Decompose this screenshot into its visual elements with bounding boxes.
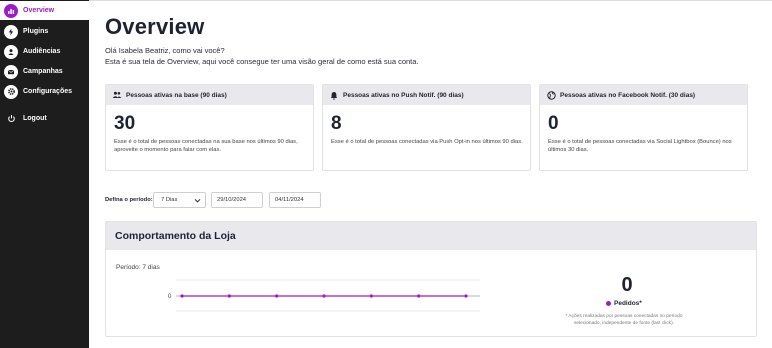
date-start-value: 29/10/2024 <box>217 197 247 203</box>
chevron-down-icon <box>194 197 201 206</box>
greeting-text: Olá Isabela Beatriz, como vai você? <box>105 46 225 55</box>
lightning-icon <box>4 24 18 39</box>
date-start-input[interactable]: 29/10/2024 <box>211 192 263 208</box>
chart-data-point <box>369 294 373 298</box>
sidebar-item-label: Configurações <box>23 88 73 95</box>
card-active-base: Pessoas ativas na base (90 dias) 30 Esse… <box>105 84 314 171</box>
card-header: Pessoas ativas no Push Notif. (90 dias) <box>323 85 530 105</box>
orders-total: 0 <box>621 274 633 296</box>
bar-chart-icon <box>4 3 18 18</box>
chart-data-point <box>417 294 421 298</box>
envelope-icon <box>4 64 18 79</box>
card-active-facebook: Pessoas ativas no Facebook Notif. (30 di… <box>539 84 748 171</box>
orders-legend: Pedidos* <box>606 300 642 307</box>
card-header: Pessoas ativas no Facebook Notif. (30 di… <box>540 85 747 105</box>
card-value: 8 <box>331 113 342 134</box>
page-title: Overview <box>105 14 205 39</box>
globe-icon <box>546 90 556 100</box>
card-title: Pessoas ativas no Push Notif. (90 dias) <box>343 91 464 99</box>
power-icon <box>4 112 18 126</box>
chart-y-tick-label: 0 <box>168 294 172 300</box>
sidebar-item-plugins[interactable]: Plugins <box>0 22 89 41</box>
chart-data-point <box>180 294 184 298</box>
sidebar-item-label: Audiências <box>23 48 61 55</box>
period-select-value: 7 Dias <box>161 197 178 203</box>
card-header: Pessoas ativas na base (90 dias) <box>106 85 313 105</box>
sidebar-item-campanhas[interactable]: Campanhas <box>0 62 89 81</box>
sidebar-item-logout[interactable]: Logout <box>0 109 89 128</box>
chart-data-point <box>275 294 279 298</box>
overview-intro-text: Esta é sua tela de Overview, aqui você c… <box>105 57 419 66</box>
sidebar-item-overview[interactable]: Overview <box>0 1 89 20</box>
chart-data-point <box>464 294 468 298</box>
store-behavior-panel: Comportamento da Loja Período: 7 dias 0 … <box>105 221 757 337</box>
card-value: 0 <box>548 113 559 134</box>
main-content: Overview Olá Isabela Beatriz, como vai v… <box>89 0 772 348</box>
orders-legend-dot <box>606 301 611 306</box>
date-end-input[interactable]: 04/11/2024 <box>269 192 321 208</box>
card-description: Esse é o total de pessoas conectadas via… <box>331 139 523 145</box>
orders-legend-label: Pedidos* <box>614 300 642 307</box>
chart-data-point <box>227 294 231 298</box>
people-icon <box>112 90 122 100</box>
top-divider <box>89 0 772 1</box>
sidebar: Overview Plugins Audiências Campanhas Co… <box>0 0 89 348</box>
gear-icon <box>4 84 18 99</box>
sidebar-item-audiencias[interactable]: Audiências <box>0 42 89 61</box>
card-active-push: Pessoas ativas no Push Notif. (90 dias) … <box>322 84 531 171</box>
bell-icon <box>329 90 339 100</box>
sidebar-item-label: Logout <box>23 115 47 122</box>
date-end-value: 04/11/2024 <box>275 197 304 203</box>
card-title: Pessoas ativas no Facebook Notif. (30 di… <box>560 91 696 99</box>
card-value: 30 <box>114 113 136 134</box>
period-label: Defina o período: <box>105 197 153 203</box>
audience-icon <box>4 44 18 59</box>
orders-footnote: * Ações realizadas por pessoas conectada… <box>565 314 683 326</box>
chart-data-point <box>322 294 326 298</box>
card-description: Esse é o total de pessoas conectadas via… <box>548 139 732 153</box>
sidebar-item-configuracoes[interactable]: Configurações <box>0 82 89 101</box>
period-select[interactable]: 7 Dias <box>153 192 206 208</box>
sidebar-item-label: Overview <box>23 7 55 14</box>
sidebar-item-label: Plugins <box>23 28 49 35</box>
sidebar-item-label: Campanhas <box>23 68 63 75</box>
card-description: Esse é o total de pessoas conectadas na … <box>114 139 298 153</box>
card-title: Pessoas ativas na base (90 dias) <box>126 91 227 99</box>
